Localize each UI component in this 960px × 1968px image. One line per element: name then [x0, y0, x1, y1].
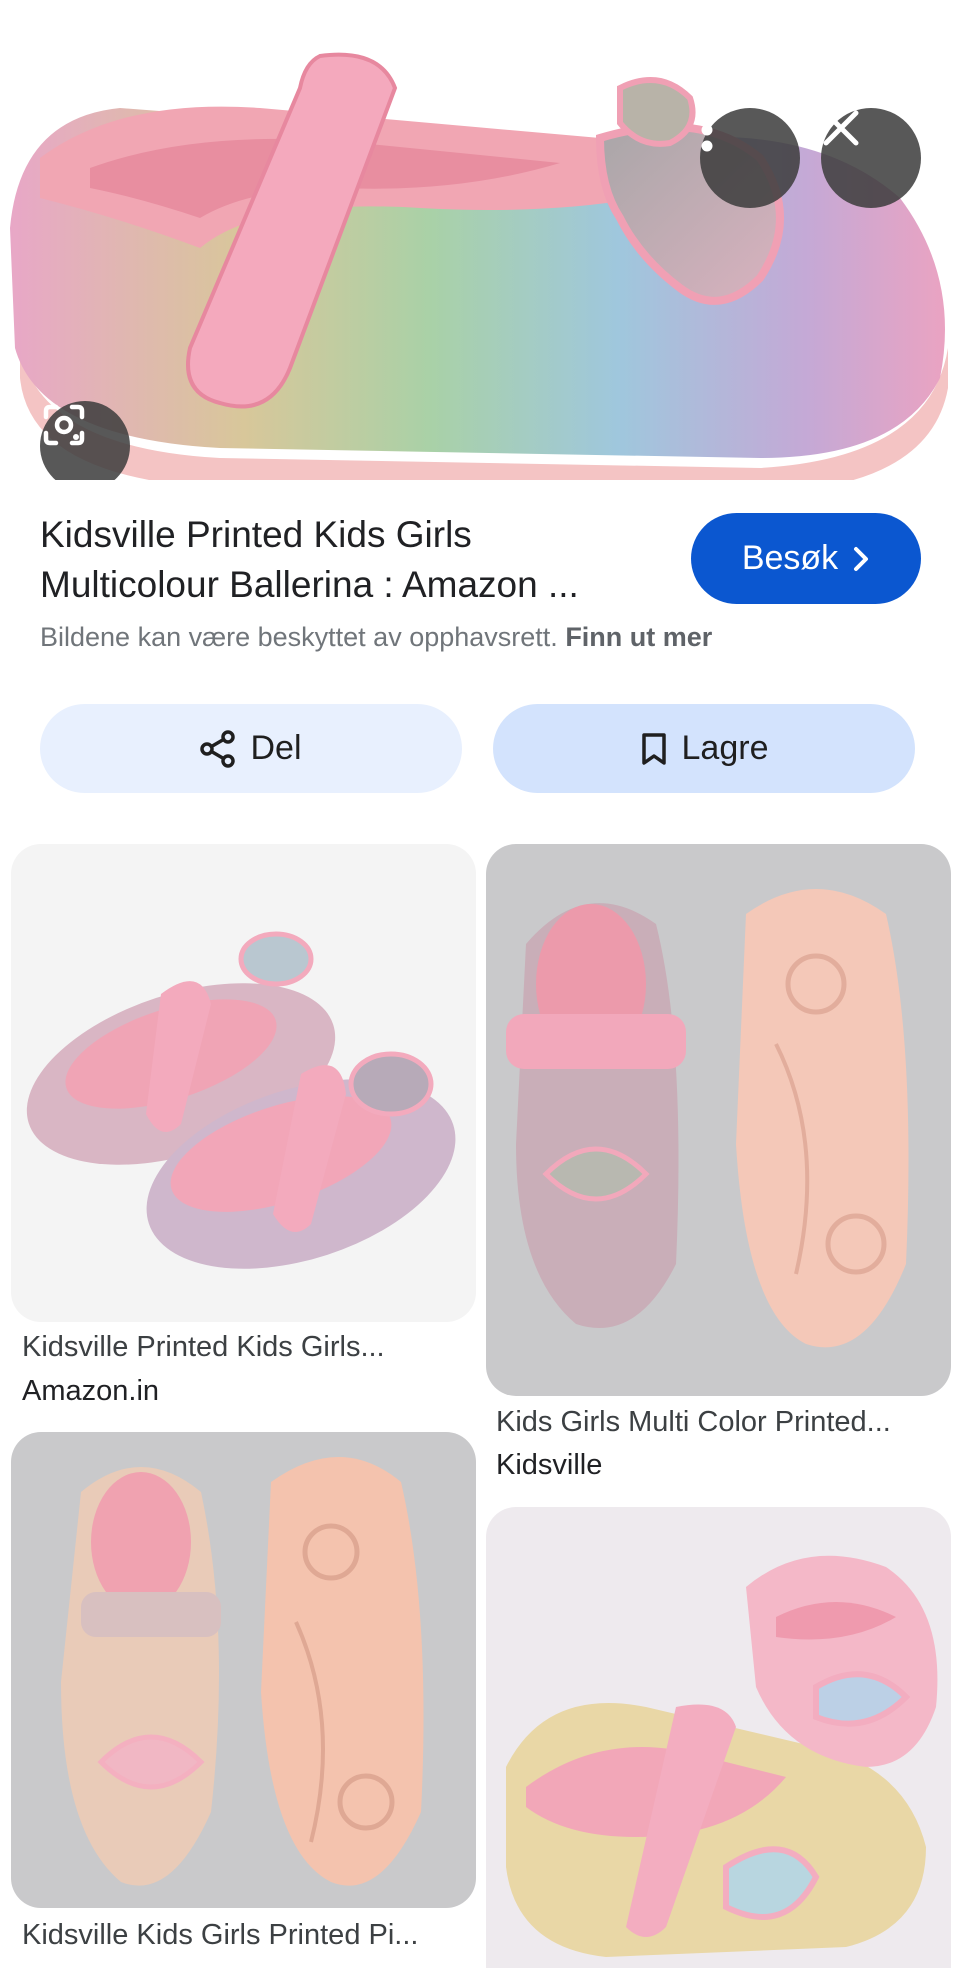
main-image[interactable]	[0, 48, 960, 480]
related-caption-3[interactable]: Kidsville Kids Girls Printed Pi...	[22, 1914, 462, 1956]
result-title-line-1: Kidsville Printed Kids Girls	[40, 514, 472, 555]
save-label: Lagre	[681, 729, 769, 767]
more-options-button[interactable]	[700, 108, 800, 208]
related-caption-2[interactable]: Kids Girls Multi Color Printed...	[496, 1401, 936, 1443]
result-title[interactable]: Kidsville Printed Kids Girls Multicolour…	[40, 510, 650, 610]
related-shoe-image	[506, 1555, 938, 1957]
visit-button[interactable]: Besøk	[691, 513, 921, 604]
related-shoe-sole-image	[506, 889, 909, 1348]
related-image-2[interactable]	[486, 844, 951, 1396]
share-icon	[200, 729, 236, 768]
related-image-4[interactable]	[486, 1507, 951, 1968]
share-button[interactable]: Del	[40, 704, 462, 793]
copyright-text: Bildene kan være beskyttet av opphavsret…	[40, 622, 558, 652]
related-caption-1[interactable]: Kidsville Printed Kids Girls...	[22, 1326, 462, 1368]
save-button[interactable]: Lagre	[493, 704, 915, 793]
related-source-2: Kidsville	[496, 1449, 603, 1481]
related-source-1: Amazon.in	[22, 1375, 160, 1407]
lens-camera-icon	[43, 404, 85, 446]
bookmark-icon	[641, 732, 666, 765]
share-label: Del	[250, 729, 302, 767]
result-title-line-2: Multicolour Ballerina : Amazon ...	[40, 564, 579, 605]
related-image-3[interactable]	[11, 1432, 476, 1908]
more-vert-icon	[701, 108, 713, 152]
shoe-illustration	[10, 52, 948, 480]
related-shoe-image	[26, 931, 456, 1269]
copyright-notice: Bildene kan være beskyttet av opphavsret…	[40, 622, 712, 653]
visit-label: Besøk	[741, 539, 839, 577]
close-button[interactable]	[821, 108, 921, 208]
chevron-right-icon	[854, 546, 869, 571]
close-icon	[823, 110, 859, 146]
learn-more-link[interactable]: Finn ut mer	[565, 622, 712, 652]
related-shoe-sole-image	[61, 1457, 424, 1886]
related-image-1[interactable]	[11, 844, 476, 1322]
